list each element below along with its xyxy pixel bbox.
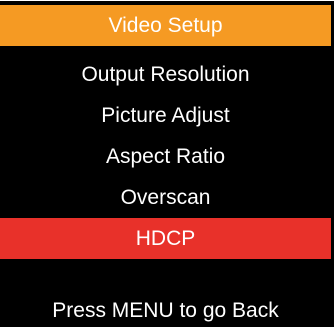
menu-item-overscan[interactable]: Overscan — [0, 177, 331, 218]
menu-item-picture-adjust[interactable]: Picture Adjust — [0, 95, 331, 136]
menu-list: Output Resolution Picture Adjust Aspect … — [0, 54, 331, 259]
menu-title: Video Setup — [0, 5, 331, 46]
menu-item-aspect-ratio[interactable]: Aspect Ratio — [0, 136, 331, 177]
menu-item-hdcp[interactable]: HDCP — [0, 218, 331, 259]
menu-item-output-resolution[interactable]: Output Resolution — [0, 54, 331, 95]
footer-hint: Press MENU to go Back — [52, 299, 279, 322]
osd-menu-screen: Video Setup Output Resolution Picture Ad… — [0, 0, 334, 328]
